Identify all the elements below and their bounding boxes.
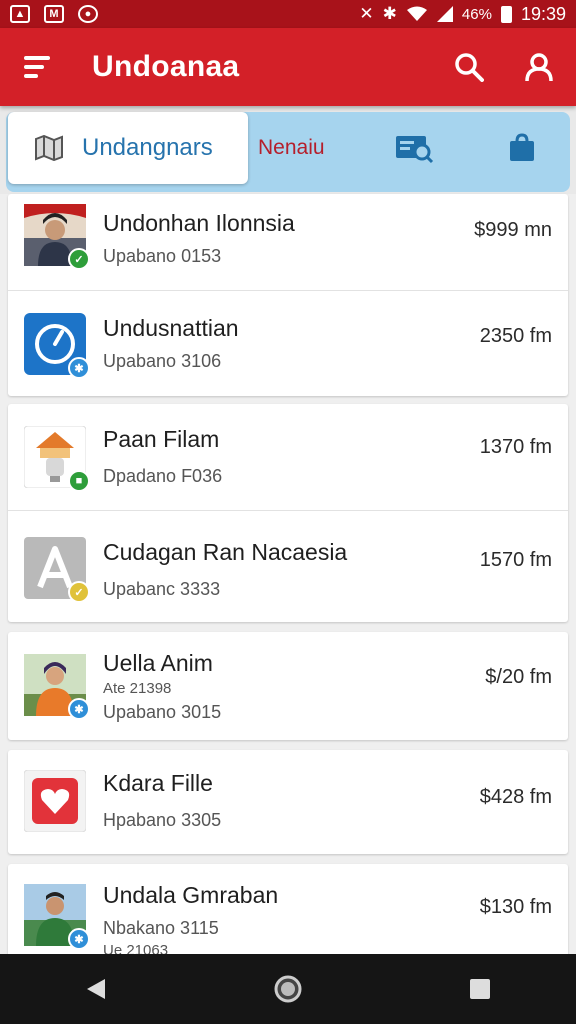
menu-icon[interactable] bbox=[24, 56, 52, 78]
notification-icon: ▲ bbox=[10, 5, 30, 23]
account-icon[interactable] bbox=[522, 50, 556, 84]
lock-badge-icon: ■ bbox=[68, 470, 90, 492]
item-title: Undala Gmraban bbox=[103, 882, 279, 908]
search-icon[interactable] bbox=[452, 50, 486, 84]
bluetooth-icon: ✱ bbox=[382, 4, 397, 23]
item-subtitle: Nbakano 3115 bbox=[103, 918, 219, 938]
item-title: Undusnattian bbox=[103, 315, 239, 341]
item-title: Undonhan Ilonnsia bbox=[103, 210, 295, 236]
item-title: Paan Filam bbox=[103, 426, 220, 452]
heart-app-icon bbox=[24, 770, 86, 832]
list-item[interactable]: ✱ Undala Gmraban Nbakano 3115 Ue 21063 $… bbox=[8, 864, 568, 964]
item-price: $999 mn bbox=[474, 219, 552, 241]
round-icon: ● bbox=[78, 5, 98, 23]
item-subtitle: Ate 21398 bbox=[103, 680, 172, 697]
item-title: Cudagan Ran Nacaesia bbox=[103, 539, 348, 565]
battery-percent: 46% bbox=[461, 5, 492, 23]
search-document-icon[interactable] bbox=[394, 130, 434, 166]
check-badge-icon: ✓ bbox=[68, 248, 90, 270]
item-title: Uella Anim bbox=[103, 650, 213, 676]
map-icon bbox=[35, 135, 63, 161]
battery-icon bbox=[500, 5, 512, 23]
item-price: 2350 fm bbox=[479, 325, 552, 347]
item-price: $130 fm bbox=[479, 896, 552, 918]
list-item[interactable]: ✱ Undusnattian Upabano 3106 2350 fm bbox=[8, 290, 568, 396]
check-badge-icon: ✓ bbox=[68, 581, 90, 603]
list-card: ■ Paan Filam Dpadano F036 1370 fm ✓ Cuda… bbox=[8, 404, 568, 622]
item-subtitle: Dpadano F036 bbox=[103, 466, 223, 486]
clock-app-icon: ✱ bbox=[24, 313, 90, 379]
mute-icon: ✕ bbox=[359, 4, 374, 23]
photo-thumbnail: ✱ bbox=[24, 654, 90, 720]
tab-nenaiu[interactable]: Nenaiu bbox=[258, 136, 325, 160]
item-price: 1570 fm bbox=[479, 549, 552, 571]
clock: 19:39 bbox=[520, 3, 566, 24]
app-bar: Undoanaa bbox=[0, 28, 576, 106]
list-card: ✱ Undala Gmraban Nbakano 3115 Ue 21063 $… bbox=[8, 864, 568, 964]
tab-undangnars-label: Undangnars bbox=[82, 134, 213, 161]
list-card: Kdara Fille Hpabano 3305 $428 fm bbox=[8, 750, 568, 854]
wifi-icon bbox=[406, 6, 427, 21]
photo-thumbnail: ✱ bbox=[24, 884, 90, 950]
bag-icon[interactable] bbox=[502, 130, 542, 166]
item-subtitle: Hpabano 3305 bbox=[103, 810, 222, 830]
list-item[interactable]: ✓ Undonhan Ilonnsia Upabano 0153 $999 mn bbox=[8, 194, 568, 290]
item-subtitle: Upabano 0153 bbox=[103, 246, 222, 266]
lamp-app-icon: ■ bbox=[24, 426, 90, 492]
item-price: $428 fm bbox=[479, 786, 552, 808]
item-title: Kdara Fille bbox=[103, 770, 213, 796]
navigation-bar bbox=[0, 954, 576, 1024]
person-badge-icon: ✱ bbox=[68, 698, 90, 720]
back-icon[interactable] bbox=[74, 967, 118, 1011]
item-subtitle: Upabano 3106 bbox=[103, 351, 222, 371]
item-subtitle-2: Upabano 3015 bbox=[103, 702, 222, 722]
list-item[interactable]: ■ Paan Filam Dpadano F036 1370 fm bbox=[8, 404, 568, 510]
mail-icon: M bbox=[44, 5, 64, 23]
person-badge-icon: ✱ bbox=[68, 928, 90, 950]
status-bar: ▲ M ● ✕ ✱ 46% 19:39 bbox=[0, 0, 576, 28]
list-card: ✱ Uella Anim Ate 21398 Upabano 3015 $/20… bbox=[8, 632, 568, 740]
app-title: Undoanaa bbox=[92, 50, 240, 83]
photo-thumbnail: ✓ bbox=[24, 204, 90, 270]
letter-a-app-icon: ✓ bbox=[24, 537, 90, 603]
item-price: $/20 fm bbox=[485, 666, 552, 688]
list-item[interactable]: Kdara Fille Hpabano 3305 $428 fm bbox=[8, 750, 568, 854]
person-badge-icon: ✱ bbox=[68, 357, 90, 379]
recents-icon[interactable] bbox=[458, 967, 502, 1011]
signal-icon bbox=[436, 6, 453, 22]
tab-undangnars[interactable]: Undangnars bbox=[8, 112, 248, 184]
list-item[interactable]: ✱ Uella Anim Ate 21398 Upabano 3015 $/20… bbox=[8, 632, 568, 740]
list-item[interactable]: ✓ Cudagan Ran Nacaesia Upabanc 3333 1570… bbox=[8, 510, 568, 622]
list-card: ✓ Undonhan Ilonnsia Upabano 0153 $999 mn… bbox=[8, 194, 568, 396]
item-subtitle: Upabanc 3333 bbox=[103, 579, 221, 599]
home-icon[interactable] bbox=[266, 967, 310, 1011]
item-price: 1370 fm bbox=[479, 436, 552, 458]
